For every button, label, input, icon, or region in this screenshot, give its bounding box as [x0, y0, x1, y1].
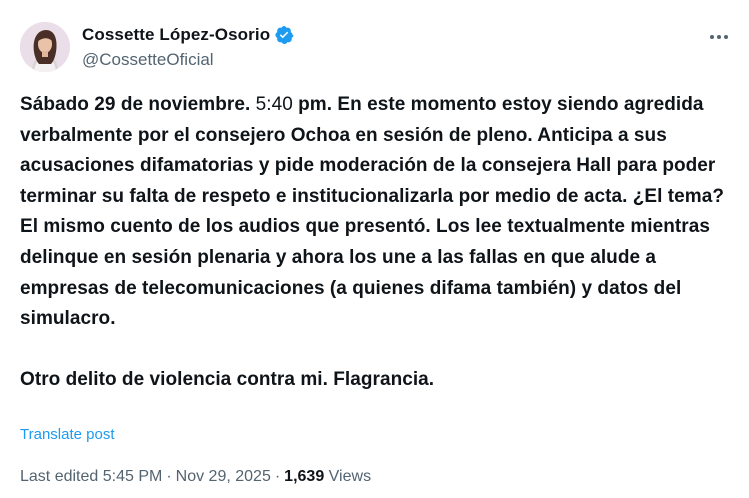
- author-info: Cossette López-Osorio @CossetteOficial: [82, 24, 294, 70]
- post-lead: Sábado 29 de noviembre.: [20, 94, 256, 115]
- post-text: Sábado 29 de noviembre. 5:40 pm. En este…: [20, 90, 735, 396]
- edited-label[interactable]: Last edited: [20, 468, 98, 485]
- more-horizontal-icon[interactable]: [707, 27, 731, 47]
- post-time[interactable]: 5:45 PM: [103, 468, 163, 485]
- post-meta: Last edited 5:45 PM · Nov 29, 2025 · 1,639 V…: [20, 468, 371, 486]
- meta-separator: ·: [166, 468, 172, 485]
- meta-separator-2: ·: [274, 468, 281, 485]
- avatar[interactable]: [20, 22, 70, 72]
- verified-badge-icon[interactable]: [274, 25, 294, 45]
- post-body: pm. En este momento estoy siendo agredid…: [20, 94, 724, 330]
- post-time-inline: 5:40: [255, 94, 293, 115]
- post-body-paragraph: Sábado 29 de noviembre. 5:40 pm. En este…: [20, 90, 735, 335]
- handle[interactable]: @CossetteOficial: [82, 50, 294, 70]
- views-label: Views: [328, 468, 372, 485]
- profile-photo-icon: [20, 22, 70, 72]
- views-count: 1,639: [284, 468, 325, 485]
- display-name[interactable]: Cossette López-Osorio: [82, 25, 270, 45]
- name-row: Cossette López-Osorio: [82, 24, 294, 46]
- post-card: Cossette López-Osorio @CossetteOficial S…: [0, 0, 749, 498]
- translate-post-link[interactable]: Translate post: [20, 426, 115, 443]
- post-date[interactable]: Nov 29, 2025: [176, 468, 271, 485]
- post-closing: Otro delito de violencia contra mi. Flag…: [20, 369, 435, 391]
